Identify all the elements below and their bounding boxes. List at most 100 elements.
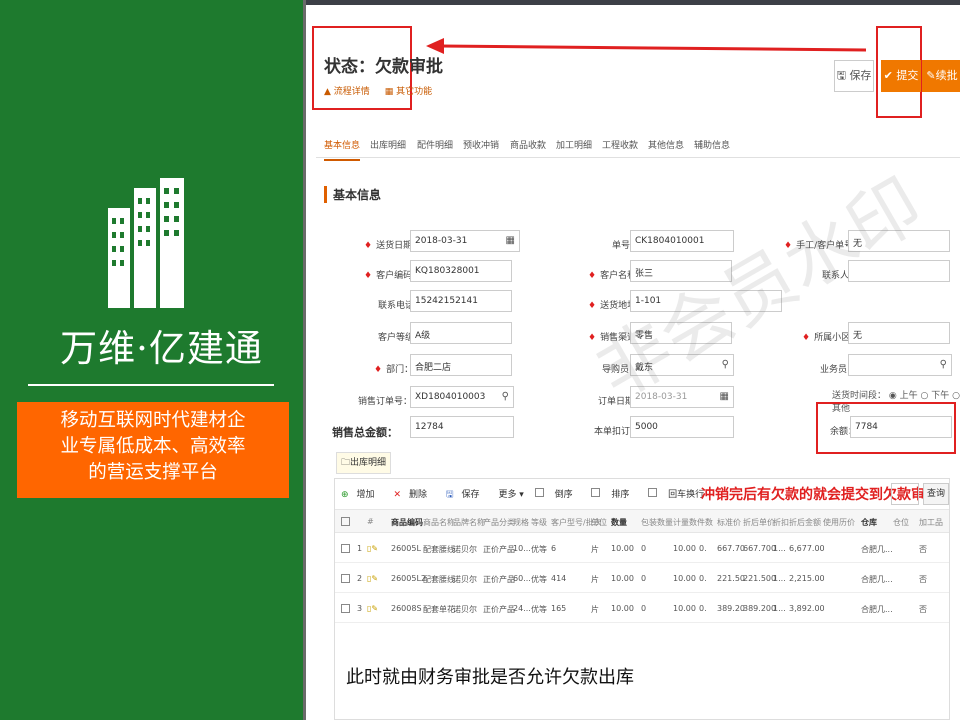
add-button[interactable]: ⊕ 增加	[341, 490, 383, 500]
row-number: 1	[357, 544, 363, 553]
cell: 221.50	[717, 574, 745, 583]
col-header[interactable]: 包装数量	[641, 517, 673, 528]
phone-field[interactable]: 15242152141	[410, 290, 512, 312]
tab-project-payment[interactable]: 工程收款	[602, 138, 638, 151]
cell: 10.00	[611, 544, 634, 553]
tab-basic-info[interactable]: 基本信息	[324, 138, 361, 161]
slogan-line: 业专属低成本、高效率	[60, 436, 246, 457]
cell: 正价产品	[483, 605, 515, 614]
order-no-field[interactable]: CK1804010001	[630, 230, 734, 252]
col-header[interactable]: 折后金额	[789, 517, 821, 528]
reverse-checkbox[interactable]: 倒序	[534, 488, 581, 500]
building-logo-icon	[108, 178, 184, 308]
tab-parts[interactable]: 配件明细	[417, 138, 453, 151]
tab-outbound-detail[interactable]: 🗀出库明细	[336, 452, 392, 474]
table-row[interactable]: 2 ▯✎ 26005L2 配套腰线 诺贝尔 正价产品 60... 优等 414 …	[335, 565, 949, 593]
col-header[interactable]: 件数	[697, 517, 713, 528]
col-header[interactable]: 计量数	[673, 517, 697, 528]
tab-other[interactable]: 其他信息	[648, 138, 684, 151]
community-field[interactable]: 无	[848, 322, 950, 344]
edit-icon[interactable]: ▯✎	[367, 544, 378, 553]
manual-no-field[interactable]: 无	[848, 230, 950, 252]
delete-button[interactable]: ✕ 删除	[393, 490, 435, 500]
col-header[interactable]: 使用历价	[823, 517, 855, 528]
order-date-field[interactable]: 2018-03-31 ▦	[630, 386, 734, 408]
radio-afternoon[interactable]: ○ 下午	[921, 391, 950, 401]
cell: 1...	[773, 604, 786, 613]
customer-name-field[interactable]: 张三	[630, 260, 732, 282]
radio-morning[interactable]: ◉ 上午	[889, 391, 918, 401]
so-no-label: 销售订单号：	[358, 397, 413, 407]
total-label: 销售总金额：	[332, 426, 398, 439]
address-field[interactable]: 1-101	[630, 290, 782, 312]
col-header[interactable]: 商品编码	[391, 517, 423, 528]
delivery-date-field[interactable]: 2018-03-31 ▦	[410, 230, 520, 252]
cell: 389.20	[717, 604, 745, 613]
row-checkbox[interactable]	[341, 544, 350, 555]
row-checkbox[interactable]	[341, 574, 350, 585]
level-field[interactable]: A级	[410, 322, 512, 344]
tab-bar: 基本信息 出库明细 配件明细 预收冲销 商品收款 加工明细 工程收款 其他信息 …	[316, 128, 960, 161]
tab-goods-payment[interactable]: 商品收款	[510, 138, 546, 151]
row-checkbox[interactable]	[341, 604, 350, 615]
col-header[interactable]: 单位	[591, 517, 607, 528]
calendar-icon[interactable]: ▦	[506, 235, 515, 246]
col-header[interactable]: 折后单价	[743, 517, 775, 528]
col-header[interactable]: 等级	[531, 517, 547, 528]
more-dropdown[interactable]: 更多 ▾	[498, 490, 523, 500]
tab-outbound[interactable]: 出库明细	[370, 138, 406, 151]
grid-header: # 商品编码 商品名称 品牌名称 产品分类 规格 等级 客户型号/批次 单位 数…	[335, 509, 949, 533]
submit-button[interactable]: ✔ 提交	[881, 60, 921, 92]
select-all-checkbox[interactable]	[341, 517, 350, 528]
search-icon[interactable]: ⚲	[502, 391, 509, 402]
cell: 0	[641, 544, 647, 553]
guide-field[interactable]: 戴东 ⚲	[630, 354, 734, 376]
col-header[interactable]: 仓位	[893, 517, 909, 528]
cell: 10.00	[611, 574, 634, 583]
table-row[interactable]: 3 ▯✎ 26008S 配套单花 诺贝尔 正价产品 24... 优等 165 片…	[335, 595, 949, 623]
col-header[interactable]: 品牌名称	[453, 517, 485, 528]
col-header[interactable]: 加工品	[919, 517, 943, 528]
calendar-icon[interactable]: ▦	[720, 391, 729, 402]
grid-search-input[interactable]	[891, 483, 919, 505]
edit-icon[interactable]: ▯✎	[367, 574, 378, 583]
so-no-field[interactable]: XD1804010003 ⚲	[410, 386, 514, 408]
other-function-link[interactable]: ▦ 其它功能	[385, 87, 438, 97]
cell: 165	[551, 604, 567, 613]
col-header[interactable]: 规格	[513, 517, 529, 528]
cell: 配套腰线	[423, 575, 455, 584]
save-button[interactable]: 🖫 保存	[834, 60, 874, 92]
col-header[interactable]: 标准价	[717, 517, 741, 528]
customer-code-field[interactable]: KQ180328001	[410, 260, 512, 282]
col-header[interactable]: 数量	[611, 517, 627, 528]
cell: 0	[641, 604, 647, 613]
col-header[interactable]: 折扣	[773, 517, 789, 528]
query-button[interactable]: 查询	[923, 483, 949, 505]
tab-processing[interactable]: 加工明细	[556, 138, 592, 151]
col-header[interactable]: 产品分类	[483, 517, 515, 528]
cell: 否	[919, 605, 927, 614]
channel-field[interactable]: 零售	[630, 322, 732, 344]
tab-prepay[interactable]: 预收冲销	[463, 138, 499, 151]
edit-icon[interactable]: ▯✎	[367, 604, 378, 613]
save-grid-button[interactable]: 🖫 保存	[446, 490, 488, 500]
table-row[interactable]: 1 ▯✎ 26005L 配套腰线 诺贝尔 正价产品 10... 优等 6 片 1…	[335, 535, 949, 563]
caption-note: 此时就由财务审批是否允许欠款出库	[346, 667, 634, 688]
col-header[interactable]: 仓库	[861, 517, 877, 528]
flow-detail-link[interactable]: ▲ 流程详情	[324, 87, 376, 97]
cell: 0.	[699, 604, 707, 613]
row-number: 2	[357, 574, 363, 583]
contact-field[interactable]	[848, 260, 950, 282]
col-header[interactable]: 商品名称	[423, 517, 455, 528]
tab-aux[interactable]: 辅助信息	[694, 138, 730, 151]
cell: 优等	[531, 575, 547, 584]
watermark: 非会员水印	[582, 161, 937, 415]
search-icon[interactable]: ⚲	[940, 359, 947, 370]
dept-field[interactable]: 合肥二店	[410, 354, 512, 376]
continue-approve-button[interactable]: ✎续批	[922, 60, 960, 92]
sort-checkbox[interactable]: 排序	[591, 488, 637, 500]
erp-window: 状态：欠款审批 ▲ 流程详情 ▦ 其它功能 🖫 保存 ✔ 提交 ✎续批 基本信息…	[306, 0, 960, 720]
search-icon[interactable]: ⚲	[722, 359, 729, 370]
salesman-field[interactable]: ⚲	[848, 354, 952, 376]
section-title: 基本信息	[324, 186, 381, 203]
